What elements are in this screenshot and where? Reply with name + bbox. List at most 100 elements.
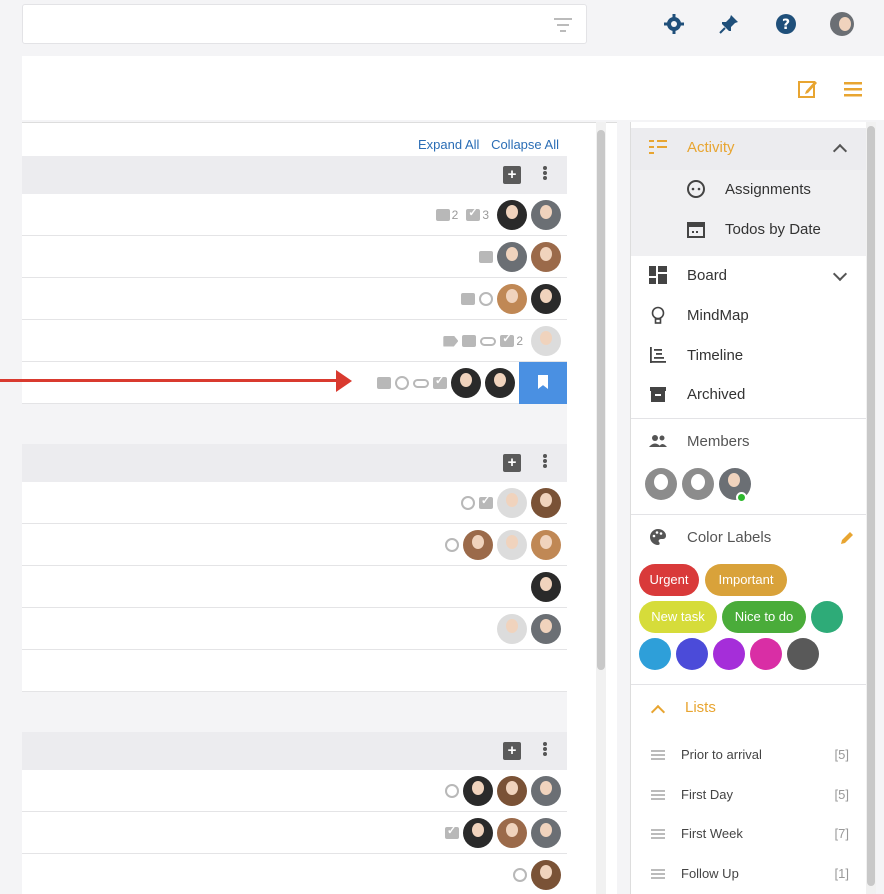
avatar[interactable] bbox=[531, 614, 561, 644]
group-header[interactable]: + bbox=[22, 732, 567, 770]
task-row[interactable] bbox=[22, 566, 567, 608]
help-icon[interactable]: ? bbox=[774, 12, 798, 36]
member-avatar[interactable] bbox=[645, 468, 677, 500]
online-status-indicator bbox=[736, 492, 747, 503]
color-swatch-gray[interactable] bbox=[787, 638, 819, 670]
drag-handle-icon[interactable] bbox=[651, 790, 665, 800]
group-header[interactable]: + bbox=[22, 156, 567, 194]
menu-item-timeline[interactable]: Timeline bbox=[649, 346, 743, 364]
more-options-icon[interactable] bbox=[543, 451, 549, 471]
pencil-icon[interactable] bbox=[839, 530, 855, 546]
task-row[interactable] bbox=[22, 236, 567, 278]
drag-handle-icon[interactable] bbox=[651, 869, 665, 879]
chevron-up-icon[interactable] bbox=[650, 704, 666, 719]
divider bbox=[631, 418, 866, 419]
task-row[interactable] bbox=[22, 524, 567, 566]
drag-handle-icon[interactable] bbox=[651, 750, 665, 760]
label-chip-nice-to-do[interactable]: Nice to do bbox=[722, 601, 806, 633]
avatar[interactable] bbox=[463, 530, 493, 560]
task-row[interactable]: 2 3 bbox=[22, 194, 567, 236]
task-row[interactable] bbox=[22, 770, 567, 812]
add-task-icon[interactable]: + bbox=[503, 166, 521, 184]
drag-handle-icon[interactable] bbox=[651, 829, 665, 839]
list-item[interactable]: First Day [5] bbox=[631, 775, 866, 815]
list-item[interactable]: Follow Up [1] bbox=[631, 854, 866, 894]
avatar[interactable] bbox=[531, 326, 561, 356]
label-chip-new-task[interactable]: New task bbox=[639, 601, 717, 633]
chevron-down-icon[interactable] bbox=[832, 266, 848, 282]
bookmark-button[interactable] bbox=[519, 362, 567, 404]
member-avatar[interactable] bbox=[682, 468, 714, 500]
archive-icon bbox=[650, 387, 666, 402]
avatar[interactable] bbox=[531, 860, 561, 890]
task-row[interactable] bbox=[22, 812, 567, 854]
avatar[interactable] bbox=[497, 614, 527, 644]
avatar[interactable] bbox=[531, 200, 561, 230]
avatar[interactable] bbox=[463, 776, 493, 806]
avatar[interactable] bbox=[497, 488, 527, 518]
avatar[interactable] bbox=[497, 242, 527, 272]
color-swatch-purple[interactable] bbox=[713, 638, 745, 670]
color-swatch-blue[interactable] bbox=[639, 638, 671, 670]
comment-icon bbox=[377, 377, 391, 389]
task-row[interactable] bbox=[22, 608, 567, 650]
search-input[interactable] bbox=[22, 4, 587, 44]
avatar[interactable] bbox=[531, 572, 561, 602]
task-row[interactable] bbox=[22, 650, 567, 692]
pin-icon[interactable] bbox=[717, 12, 741, 36]
color-swatch-teal[interactable] bbox=[811, 601, 843, 633]
menu-item-assignments[interactable]: Assignments bbox=[687, 180, 811, 198]
assignments-label: Assignments bbox=[725, 180, 811, 198]
alarm-icon bbox=[479, 292, 493, 306]
avatar[interactable] bbox=[485, 368, 515, 398]
more-options-icon[interactable] bbox=[543, 739, 549, 759]
avatar[interactable] bbox=[451, 368, 481, 398]
task-row[interactable] bbox=[22, 278, 567, 320]
label-chip-important[interactable]: Important bbox=[705, 564, 787, 596]
more-options-icon[interactable] bbox=[543, 163, 549, 183]
avatar[interactable] bbox=[497, 776, 527, 806]
panel-scrollbar[interactable] bbox=[866, 122, 876, 894]
avatar[interactable] bbox=[497, 530, 527, 560]
avatar[interactable] bbox=[531, 818, 561, 848]
activity-section-header[interactable]: Activity bbox=[631, 128, 866, 170]
color-swatch-magenta[interactable] bbox=[750, 638, 782, 670]
avatar[interactable] bbox=[497, 284, 527, 314]
menu-item-board[interactable]: Board bbox=[649, 266, 727, 284]
color-swatch-indigo[interactable] bbox=[676, 638, 708, 670]
avatar[interactable] bbox=[531, 284, 561, 314]
task-row[interactable] bbox=[22, 362, 567, 404]
filter-icon[interactable] bbox=[554, 18, 572, 32]
label-chip-urgent[interactable]: Urgent bbox=[639, 564, 699, 596]
menu-item-mindmap[interactable]: MindMap bbox=[649, 306, 749, 324]
board-scrollbar[interactable] bbox=[596, 122, 606, 894]
avatar[interactable] bbox=[497, 200, 527, 230]
task-row[interactable] bbox=[22, 482, 567, 524]
todos-by-date-label: Todos by Date bbox=[725, 220, 821, 238]
avatar[interactable] bbox=[531, 776, 561, 806]
list-item[interactable]: First Week [7] bbox=[631, 814, 866, 854]
lists-section-header[interactable]: Lists bbox=[650, 699, 716, 719]
avatar[interactable] bbox=[531, 242, 561, 272]
menu-item-archived[interactable]: Archived bbox=[649, 385, 745, 403]
add-task-icon[interactable]: + bbox=[503, 454, 521, 472]
add-task-icon[interactable]: + bbox=[503, 742, 521, 760]
group-header[interactable]: + bbox=[22, 444, 567, 482]
avatar[interactable] bbox=[531, 530, 561, 560]
chevron-up-icon[interactable] bbox=[832, 143, 848, 159]
expand-all-link[interactable]: Expand All bbox=[418, 137, 479, 152]
gear-icon[interactable] bbox=[662, 12, 686, 36]
avatar[interactable] bbox=[463, 818, 493, 848]
avatar[interactable] bbox=[497, 818, 527, 848]
task-row[interactable] bbox=[22, 854, 567, 894]
list-name: Follow Up bbox=[681, 866, 739, 881]
edit-icon[interactable] bbox=[797, 78, 819, 100]
list-item[interactable]: Prior to arrival [5] bbox=[631, 735, 866, 775]
menu-icon[interactable] bbox=[842, 78, 864, 100]
menu-item-todos-by-date[interactable]: Todos by Date bbox=[687, 220, 821, 238]
task-row[interactable]: 2 bbox=[22, 320, 567, 362]
avatar[interactable] bbox=[531, 488, 561, 518]
user-avatar[interactable] bbox=[830, 12, 854, 36]
collapse-all-link[interactable]: Collapse All bbox=[491, 137, 559, 152]
link-icon bbox=[413, 378, 429, 388]
